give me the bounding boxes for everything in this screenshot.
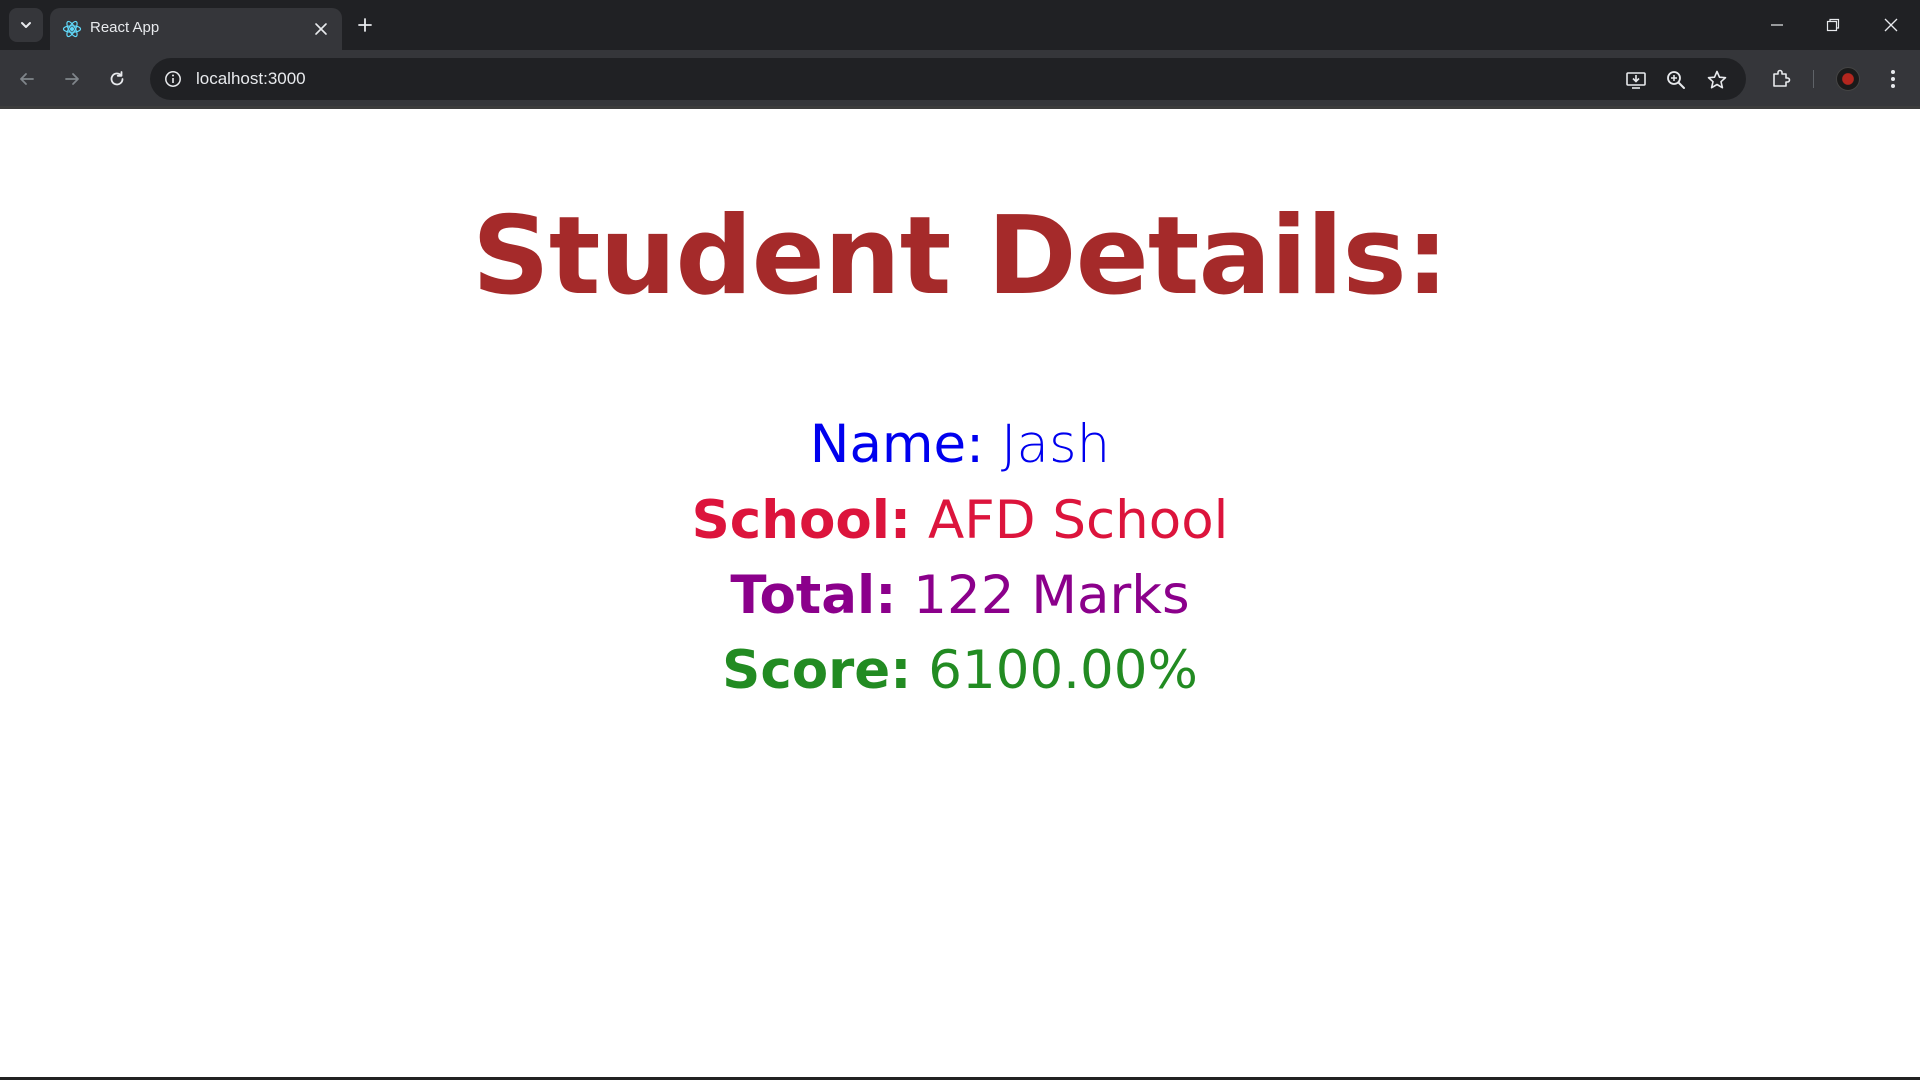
name-value: Jash (1000, 414, 1111, 475)
toolbar-separator (1813, 70, 1814, 88)
extensions-button[interactable] (1766, 64, 1796, 94)
minimize-icon (1770, 18, 1784, 32)
school-label: School: (691, 490, 912, 551)
url-text[interactable]: localhost:3000 (196, 69, 306, 89)
name-label: Name: (809, 414, 985, 475)
close-window-button[interactable] (1878, 12, 1904, 38)
score-label: Score: (722, 640, 912, 701)
restore-button[interactable] (1820, 12, 1846, 38)
star-icon[interactable] (1705, 68, 1729, 92)
minimize-button[interactable] (1764, 12, 1790, 38)
plus-icon (357, 17, 373, 33)
browser-menu-button[interactable] (1878, 64, 1908, 94)
address-bar[interactable]: localhost:3000 (150, 58, 1746, 100)
total-value: 122 Marks (913, 565, 1190, 626)
kebab-menu-icon (1890, 69, 1896, 89)
close-icon[interactable] (312, 20, 330, 38)
total-label: Total: (730, 565, 897, 626)
school-value: AFD School (928, 490, 1229, 551)
tab-search-button[interactable] (9, 8, 43, 42)
restore-icon (1826, 18, 1840, 32)
forward-button[interactable] (57, 64, 87, 94)
detail-row-school: School: AFD School (0, 490, 1920, 551)
page-title: Student Details: (472, 194, 1449, 319)
install-app-icon[interactable] (1624, 68, 1648, 92)
detail-row-name: Name: Jash (0, 414, 1920, 475)
detail-row-score: Score: 6100.00% (0, 640, 1920, 701)
chevron-down-icon (19, 18, 33, 32)
zoom-icon[interactable] (1664, 68, 1688, 92)
reload-icon (108, 70, 126, 88)
reload-button[interactable] (102, 64, 132, 94)
back-button[interactable] (12, 64, 42, 94)
arrow-left-icon (18, 70, 36, 88)
close-icon (1884, 18, 1898, 32)
browser-toolbar: localhost:3000 (0, 50, 1920, 108)
page-content: Student Details: Name: Jash School: AFD … (0, 109, 1920, 1077)
react-logo-icon (62, 19, 82, 39)
arrow-right-icon (63, 70, 81, 88)
tab-title: React App (90, 19, 160, 36)
detail-row-total: Total: 122 Marks (0, 565, 1920, 626)
profile-avatar[interactable] (1836, 67, 1860, 91)
browser-tab[interactable]: React App (50, 8, 342, 50)
new-tab-button[interactable] (352, 12, 378, 38)
score-value: 6100.00% (928, 640, 1198, 701)
info-icon[interactable] (162, 68, 184, 90)
tab-strip: React App (0, 0, 1920, 50)
puzzle-icon (1770, 68, 1792, 90)
